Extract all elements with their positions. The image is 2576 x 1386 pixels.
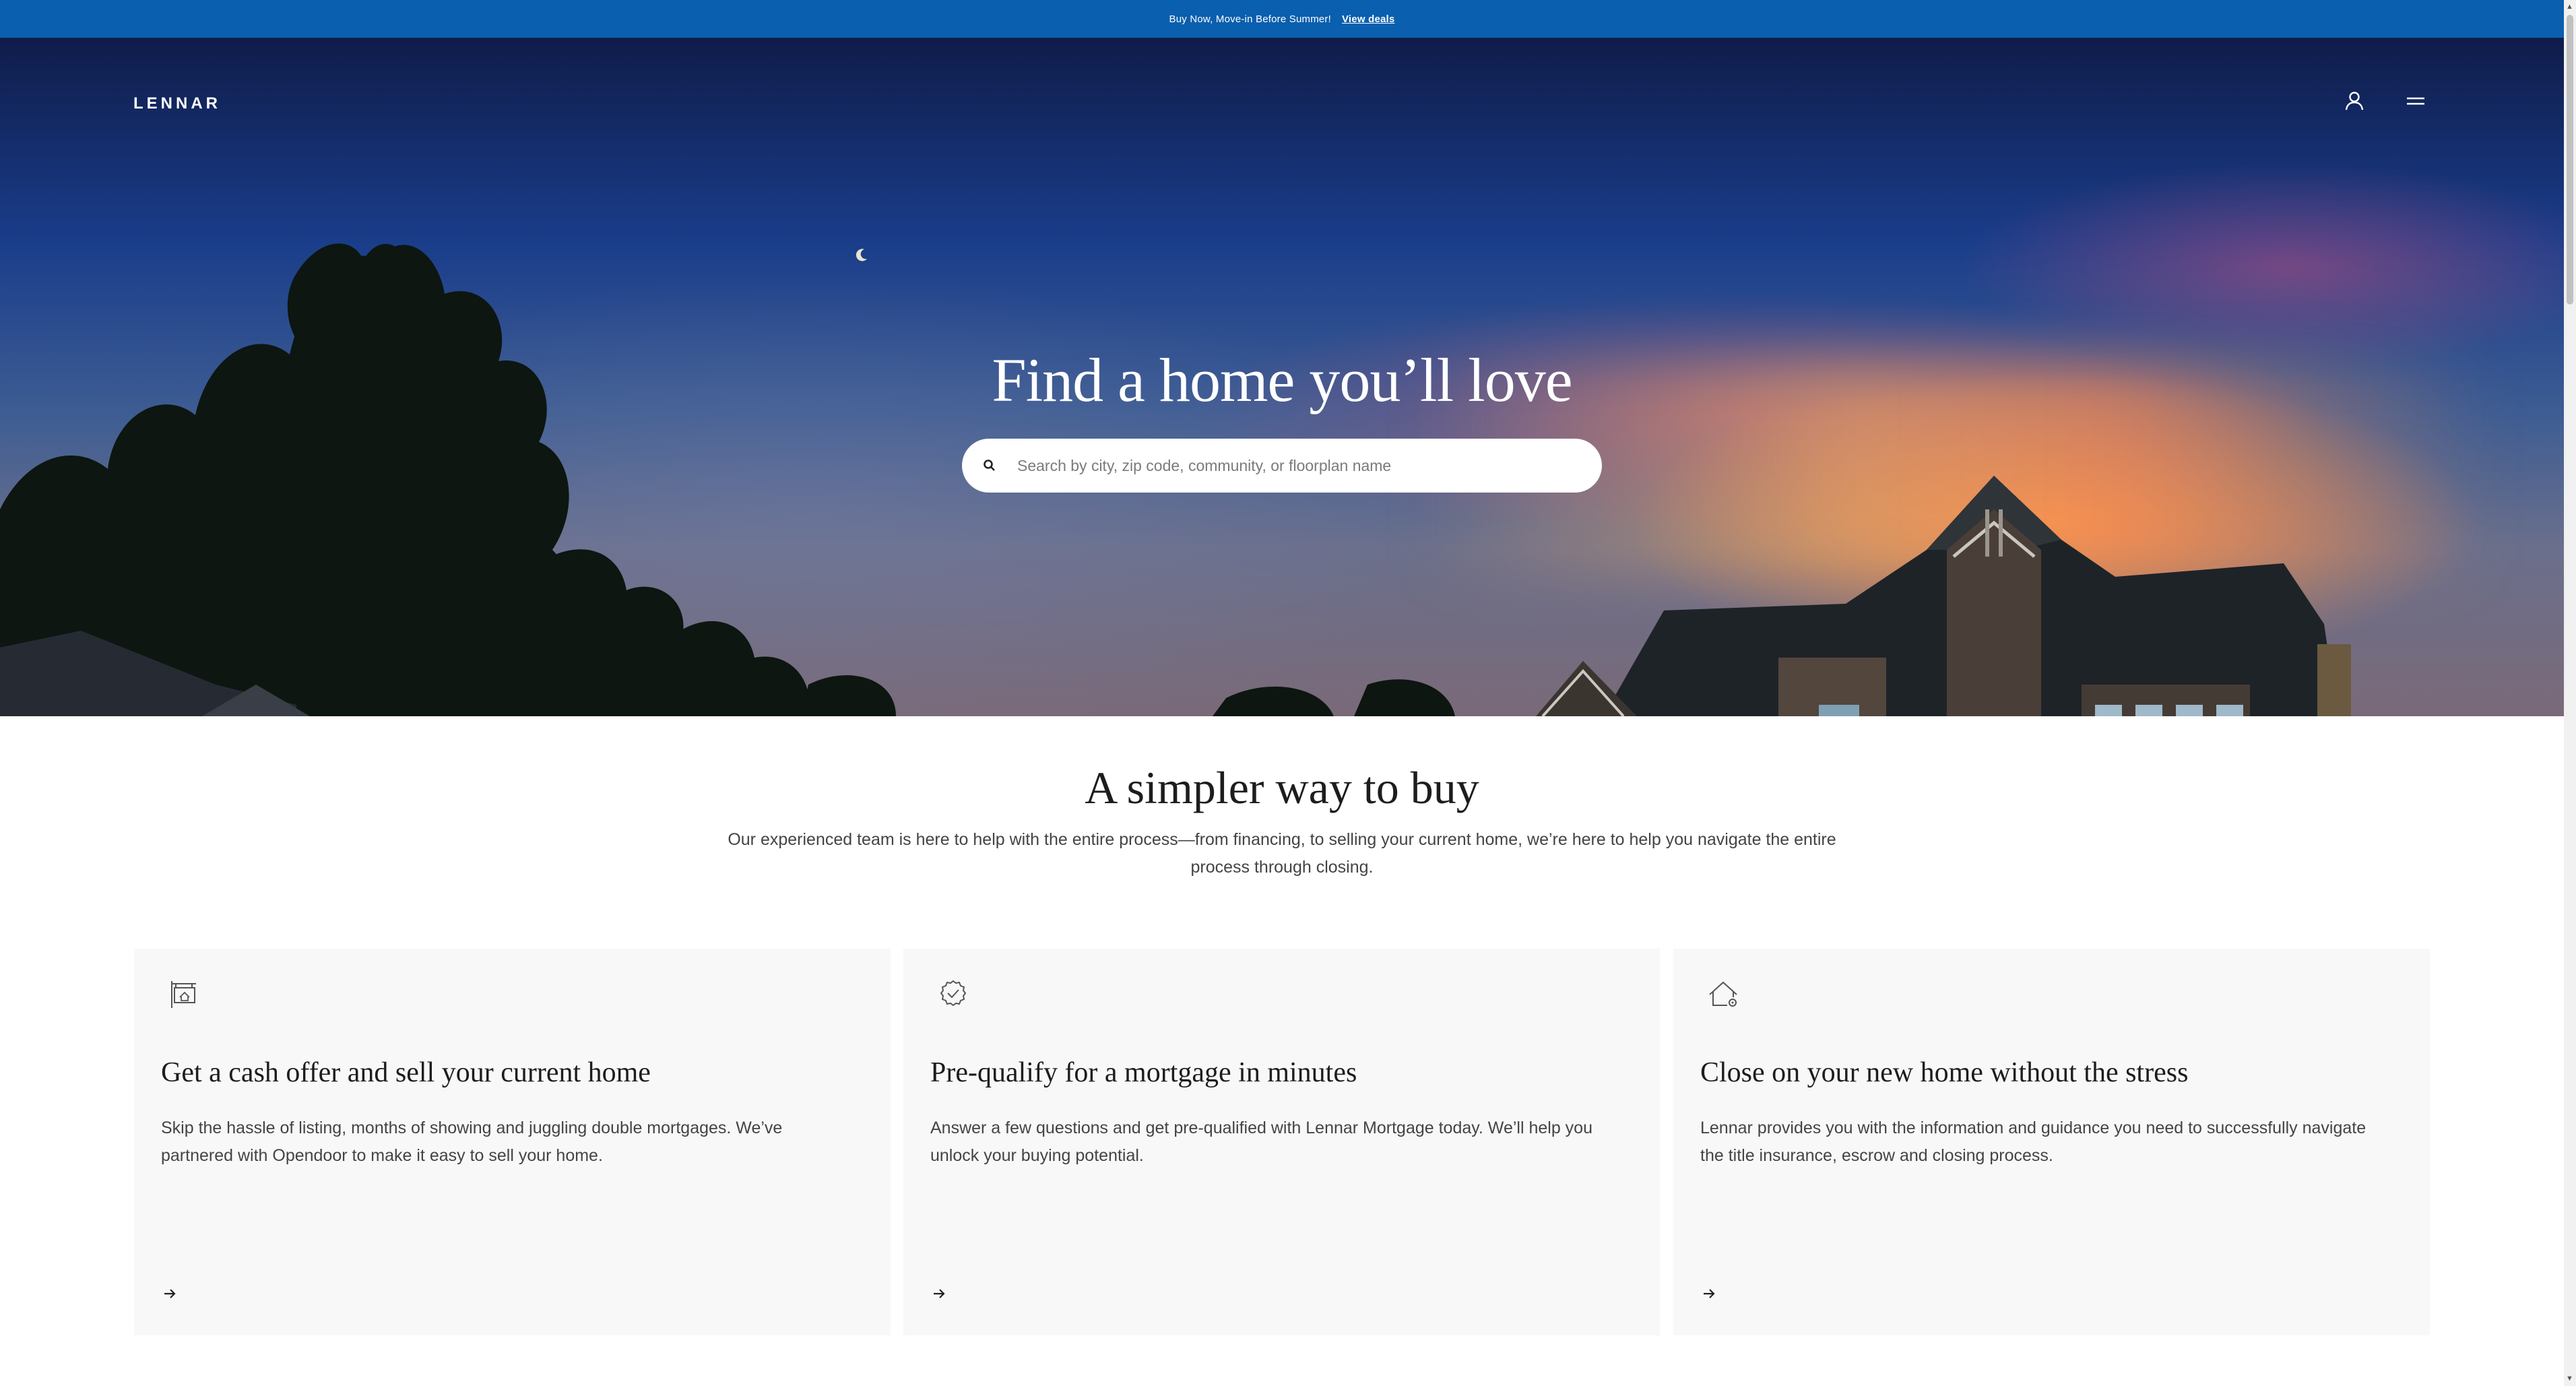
sign-icon — [171, 981, 196, 1008]
check-badge-icon — [940, 980, 967, 1007]
card-body: Answer a few questions and get pre-quali… — [930, 1119, 1592, 1165]
card-body: Lennar provides you with the information… — [1700, 1119, 2366, 1165]
scroll-down-icon[interactable]: ▼ — [2566, 1375, 2573, 1383]
card-cash-offer[interactable]: Get a cash offer and sell your current h… — [134, 949, 891, 1335]
search-input[interactable] — [1016, 445, 1571, 486]
menu-icon[interactable] — [2404, 89, 2428, 113]
promo-banner: Buy Now, Move-in Before Summer! View dea… — [0, 0, 2564, 38]
arrow-right-icon[interactable] — [1700, 1287, 1718, 1300]
promo-text: Buy Now, Move-in Before Summer! — [1169, 13, 1331, 25]
scrollbar-thumb[interactable] — [2567, 15, 2573, 305]
card-prequalify[interactable]: Pre-qualify for a mortgage in minutes An… — [903, 949, 1660, 1335]
search-bar[interactable] — [962, 439, 1602, 493]
card-title: Close on your new home without the stres… — [1700, 1057, 2189, 1088]
hero-title: Find a home you’ll love — [992, 346, 1572, 414]
lennar-logo[interactable]: LENNAR — [133, 94, 221, 113]
card-title: Pre-qualify for a mortgage in minutes — [930, 1057, 1357, 1088]
search-icon[interactable] — [982, 458, 997, 473]
section-subtitle: Our experienced team is here to help wit… — [728, 830, 1836, 877]
scrollbar[interactable]: ▲ ▼ — [2564, 0, 2576, 1386]
hero-banner: LENNAR Find a home you’ll love — [0, 38, 2564, 716]
house-key-icon — [1709, 981, 1737, 1007]
card-title: Get a cash offer and sell your current h… — [161, 1057, 651, 1088]
scroll-up-icon[interactable]: ▲ — [2566, 3, 2573, 11]
view-deals-link[interactable]: View deals — [1342, 13, 1394, 25]
card-close-home[interactable]: Close on your new home without the stres… — [1673, 949, 2430, 1335]
arrow-right-icon[interactable] — [161, 1287, 179, 1300]
section-title: A simpler way to buy — [1085, 762, 1479, 813]
user-icon[interactable] — [2342, 89, 2366, 113]
arrow-right-icon[interactable] — [930, 1287, 948, 1300]
card-body: Skip the hassle of listing, months of sh… — [161, 1119, 783, 1165]
